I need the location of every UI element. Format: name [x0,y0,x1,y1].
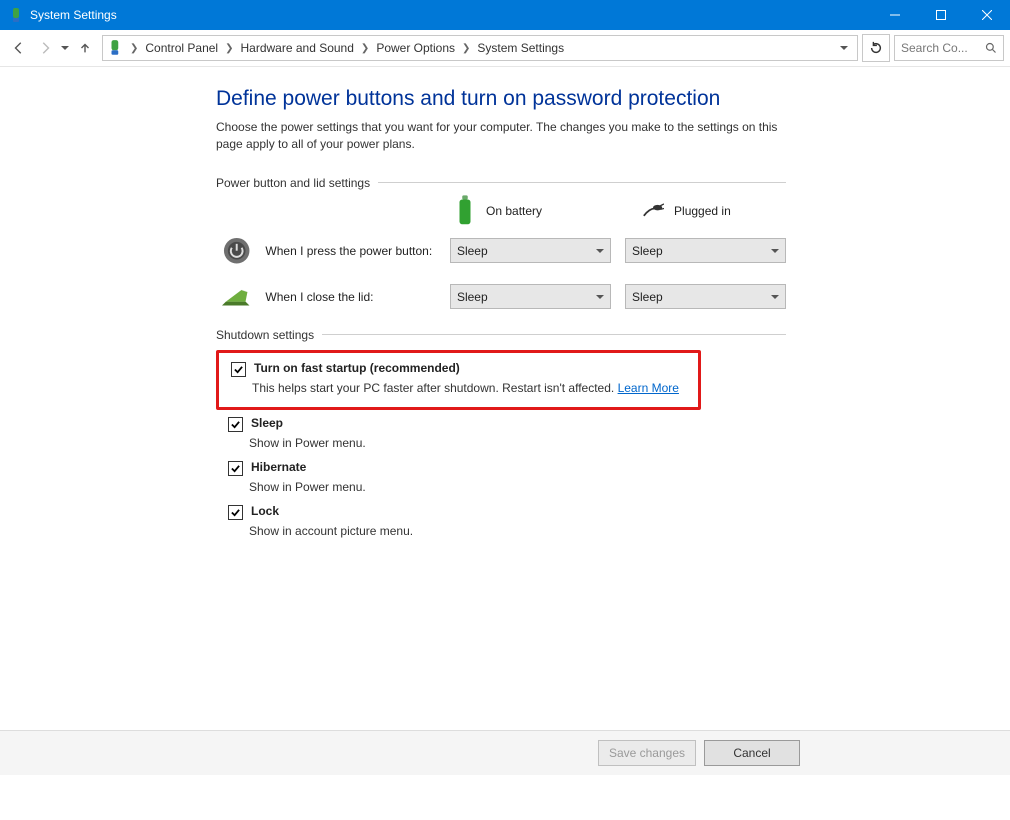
search-icon [985,42,997,54]
chevron-down-icon [596,293,604,301]
page-description: Choose the power settings that you want … [216,119,786,154]
laptop-lid-icon [222,282,251,312]
select-close-lid-battery[interactable]: Sleep [450,284,611,309]
checkbox-description: Show in Power menu. [249,480,786,494]
checkbox-lock[interactable] [228,505,243,520]
nav-back-button[interactable] [6,35,32,61]
checkbox-hibernate[interactable] [228,461,243,476]
window-title: System Settings [30,8,117,22]
column-plugged-in: Plugged in [642,200,731,222]
column-on-battery: On battery [454,200,542,222]
checkbox-label: Turn on fast startup (recommended) [254,361,460,375]
chevron-right-icon: ❯ [222,43,236,54]
power-button-icon [222,236,251,266]
row-label: When I close the lid: [265,290,436,304]
maximize-button[interactable] [918,0,964,30]
learn-more-link[interactable]: Learn More [618,381,679,395]
content-area: Define power buttons and turn on passwor… [0,67,1010,775]
app-icon [8,7,24,23]
page-title: Define power buttons and turn on passwor… [216,87,786,111]
section-power-button-lid: Power button and lid settings [216,176,786,190]
refresh-button[interactable] [862,34,890,62]
breadcrumb-item[interactable]: Control Panel [143,41,220,55]
save-changes-button[interactable]: Save changes [598,740,696,766]
explorer-nav: ❯ Control Panel ❯ Hardware and Sound ❯ P… [0,30,1010,66]
highlight-fast-startup: Turn on fast startup (recommended) This … [216,350,701,410]
column-label: Plugged in [674,204,731,218]
nav-forward-button[interactable] [32,35,58,61]
search-placeholder: Search Co... [901,41,968,55]
minimize-button[interactable] [872,0,918,30]
cancel-button[interactable]: Cancel [704,740,800,766]
row-close-lid: When I close the lid: Sleep Sleep [216,282,786,312]
row-label: When I press the power button: [265,244,436,258]
section-label: Power button and lid settings [216,176,370,190]
checkbox-label: Hibernate [251,460,306,474]
nav-recent-dropdown[interactable] [58,44,72,52]
checkbox-description: Show in account picture menu. [249,524,786,538]
chevron-right-icon: ❯ [459,43,473,54]
breadcrumb-item[interactable]: Hardware and Sound [239,41,356,55]
power-options-icon [107,39,125,57]
chevron-right-icon: ❯ [358,43,372,54]
chevron-right-icon: ❯ [127,43,141,54]
select-power-button-battery[interactable]: Sleep [450,238,611,263]
checkbox-fast-startup[interactable] [231,362,246,377]
battery-icon [454,200,476,222]
select-close-lid-plugged[interactable]: Sleep [625,284,786,309]
close-button[interactable] [964,0,1010,30]
column-label: On battery [486,204,542,218]
window-titlebar: System Settings [0,0,1010,30]
checkbox-label: Lock [251,504,279,518]
breadcrumb-item[interactable]: System Settings [475,41,566,55]
search-input[interactable]: Search Co... [894,35,1004,61]
plug-icon [642,200,664,222]
section-label: Shutdown settings [216,328,314,342]
nav-up-button[interactable] [72,35,98,61]
address-dropdown[interactable] [835,44,853,52]
select-power-button-plugged[interactable]: Sleep [625,238,786,263]
address-bar[interactable]: ❯ Control Panel ❯ Hardware and Sound ❯ P… [102,35,858,61]
footer-bar: Save changes Cancel [0,730,1010,775]
checkbox-description: Show in Power menu. [249,436,786,450]
section-shutdown-settings: Shutdown settings [216,328,786,342]
chevron-down-icon [771,293,779,301]
breadcrumb-item[interactable]: Power Options [374,41,457,55]
checkbox-label: Sleep [251,416,283,430]
chevron-down-icon [771,247,779,255]
chevron-down-icon [596,247,604,255]
row-power-button: When I press the power button: Sleep Sle… [216,236,786,266]
checkbox-description: This helps start your PC faster after sh… [252,381,694,395]
checkbox-sleep[interactable] [228,417,243,432]
